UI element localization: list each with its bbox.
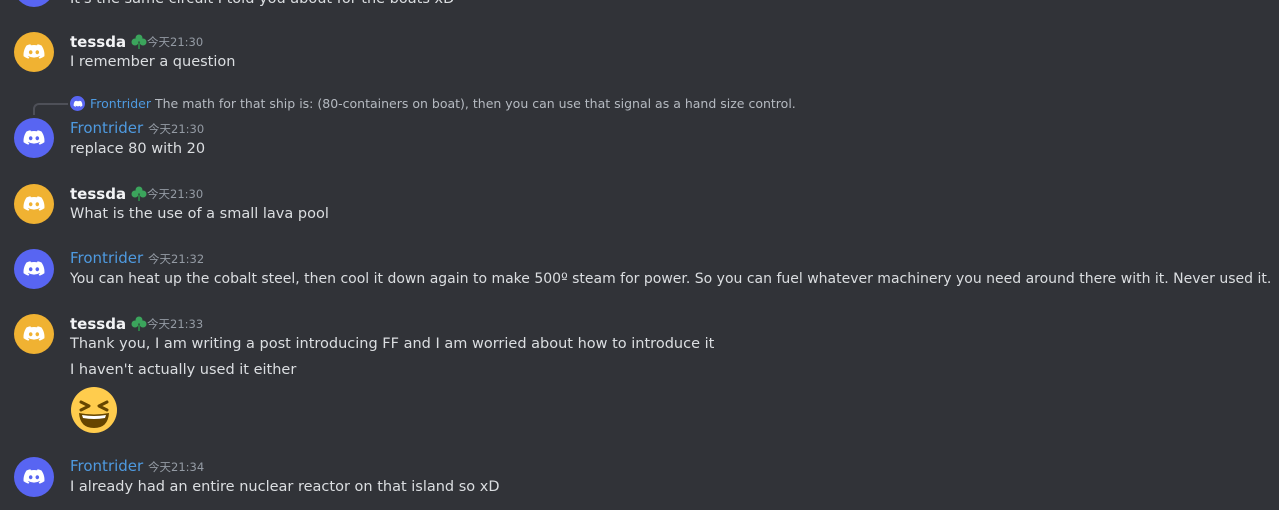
message-text: It's the same circuit I told you about f… bbox=[70, 0, 454, 8]
avatar[interactable] bbox=[14, 457, 54, 497]
timestamp[interactable]: 今天21:30 bbox=[147, 187, 203, 201]
reply-preview[interactable]: Frontrider The math for that ship is: (80… bbox=[70, 96, 796, 112]
message-text: I remember a question bbox=[70, 54, 236, 70]
reply-connector bbox=[33, 103, 68, 115]
discord-logo-icon bbox=[73, 100, 82, 107]
message-text: replace 80 with 20 bbox=[70, 141, 206, 157]
avatar[interactable] bbox=[14, 32, 54, 72]
username-text: tessda bbox=[70, 33, 127, 51]
avatar[interactable] bbox=[14, 118, 54, 158]
discord-logo-icon bbox=[23, 130, 45, 145]
discord-logo-icon bbox=[23, 326, 45, 341]
message-text: You can heat up the cobalt steel, then c… bbox=[70, 271, 1272, 287]
avatar[interactable] bbox=[14, 0, 54, 7]
timestamp[interactable]: 今天21:33 bbox=[147, 317, 203, 331]
timestamp[interactable]: 今天21:30 bbox=[147, 35, 203, 49]
leaf-badge-icon[interactable] bbox=[130, 314, 148, 332]
username[interactable]: tessda bbox=[70, 32, 148, 51]
timestamp[interactable]: 今天21:32 bbox=[148, 252, 204, 266]
discord-logo-icon bbox=[23, 196, 45, 211]
username-text: tessda bbox=[70, 185, 127, 203]
discord-logo-icon bbox=[23, 44, 45, 59]
discord-logo-icon bbox=[23, 469, 45, 484]
reply-avatar bbox=[70, 96, 85, 111]
username[interactable]: tessda bbox=[70, 184, 148, 203]
timestamp[interactable]: 今天21:34 bbox=[148, 460, 204, 474]
reply-text: The math for that ship is: (80-container… bbox=[155, 96, 796, 111]
message-text: What is the use of a small lava pool bbox=[70, 206, 329, 222]
message-text: I haven't actually used it either bbox=[70, 362, 297, 378]
leaf-badge-icon[interactable] bbox=[130, 184, 148, 202]
avatar[interactable] bbox=[14, 249, 54, 289]
laughing-emoji[interactable] bbox=[70, 386, 118, 434]
chat-message-list: It's the same circuit I told you about f… bbox=[0, 0, 1279, 510]
username[interactable]: Frontrider bbox=[70, 457, 143, 475]
discord-logo-icon bbox=[23, 261, 45, 276]
username[interactable]: tessda bbox=[70, 314, 148, 333]
username[interactable]: Frontrider bbox=[70, 249, 143, 267]
timestamp[interactable]: 今天21:30 bbox=[148, 122, 204, 136]
avatar[interactable] bbox=[14, 184, 54, 224]
username[interactable]: Frontrider bbox=[70, 119, 143, 137]
username-text: tessda bbox=[70, 315, 127, 333]
message-text: I already had an entire nuclear reactor … bbox=[70, 479, 500, 495]
message-text: Thank you, I am writing a post introduci… bbox=[70, 336, 715, 352]
reply-username[interactable]: Frontrider bbox=[90, 96, 151, 111]
avatar[interactable] bbox=[14, 314, 54, 354]
leaf-badge-icon[interactable] bbox=[130, 32, 148, 50]
